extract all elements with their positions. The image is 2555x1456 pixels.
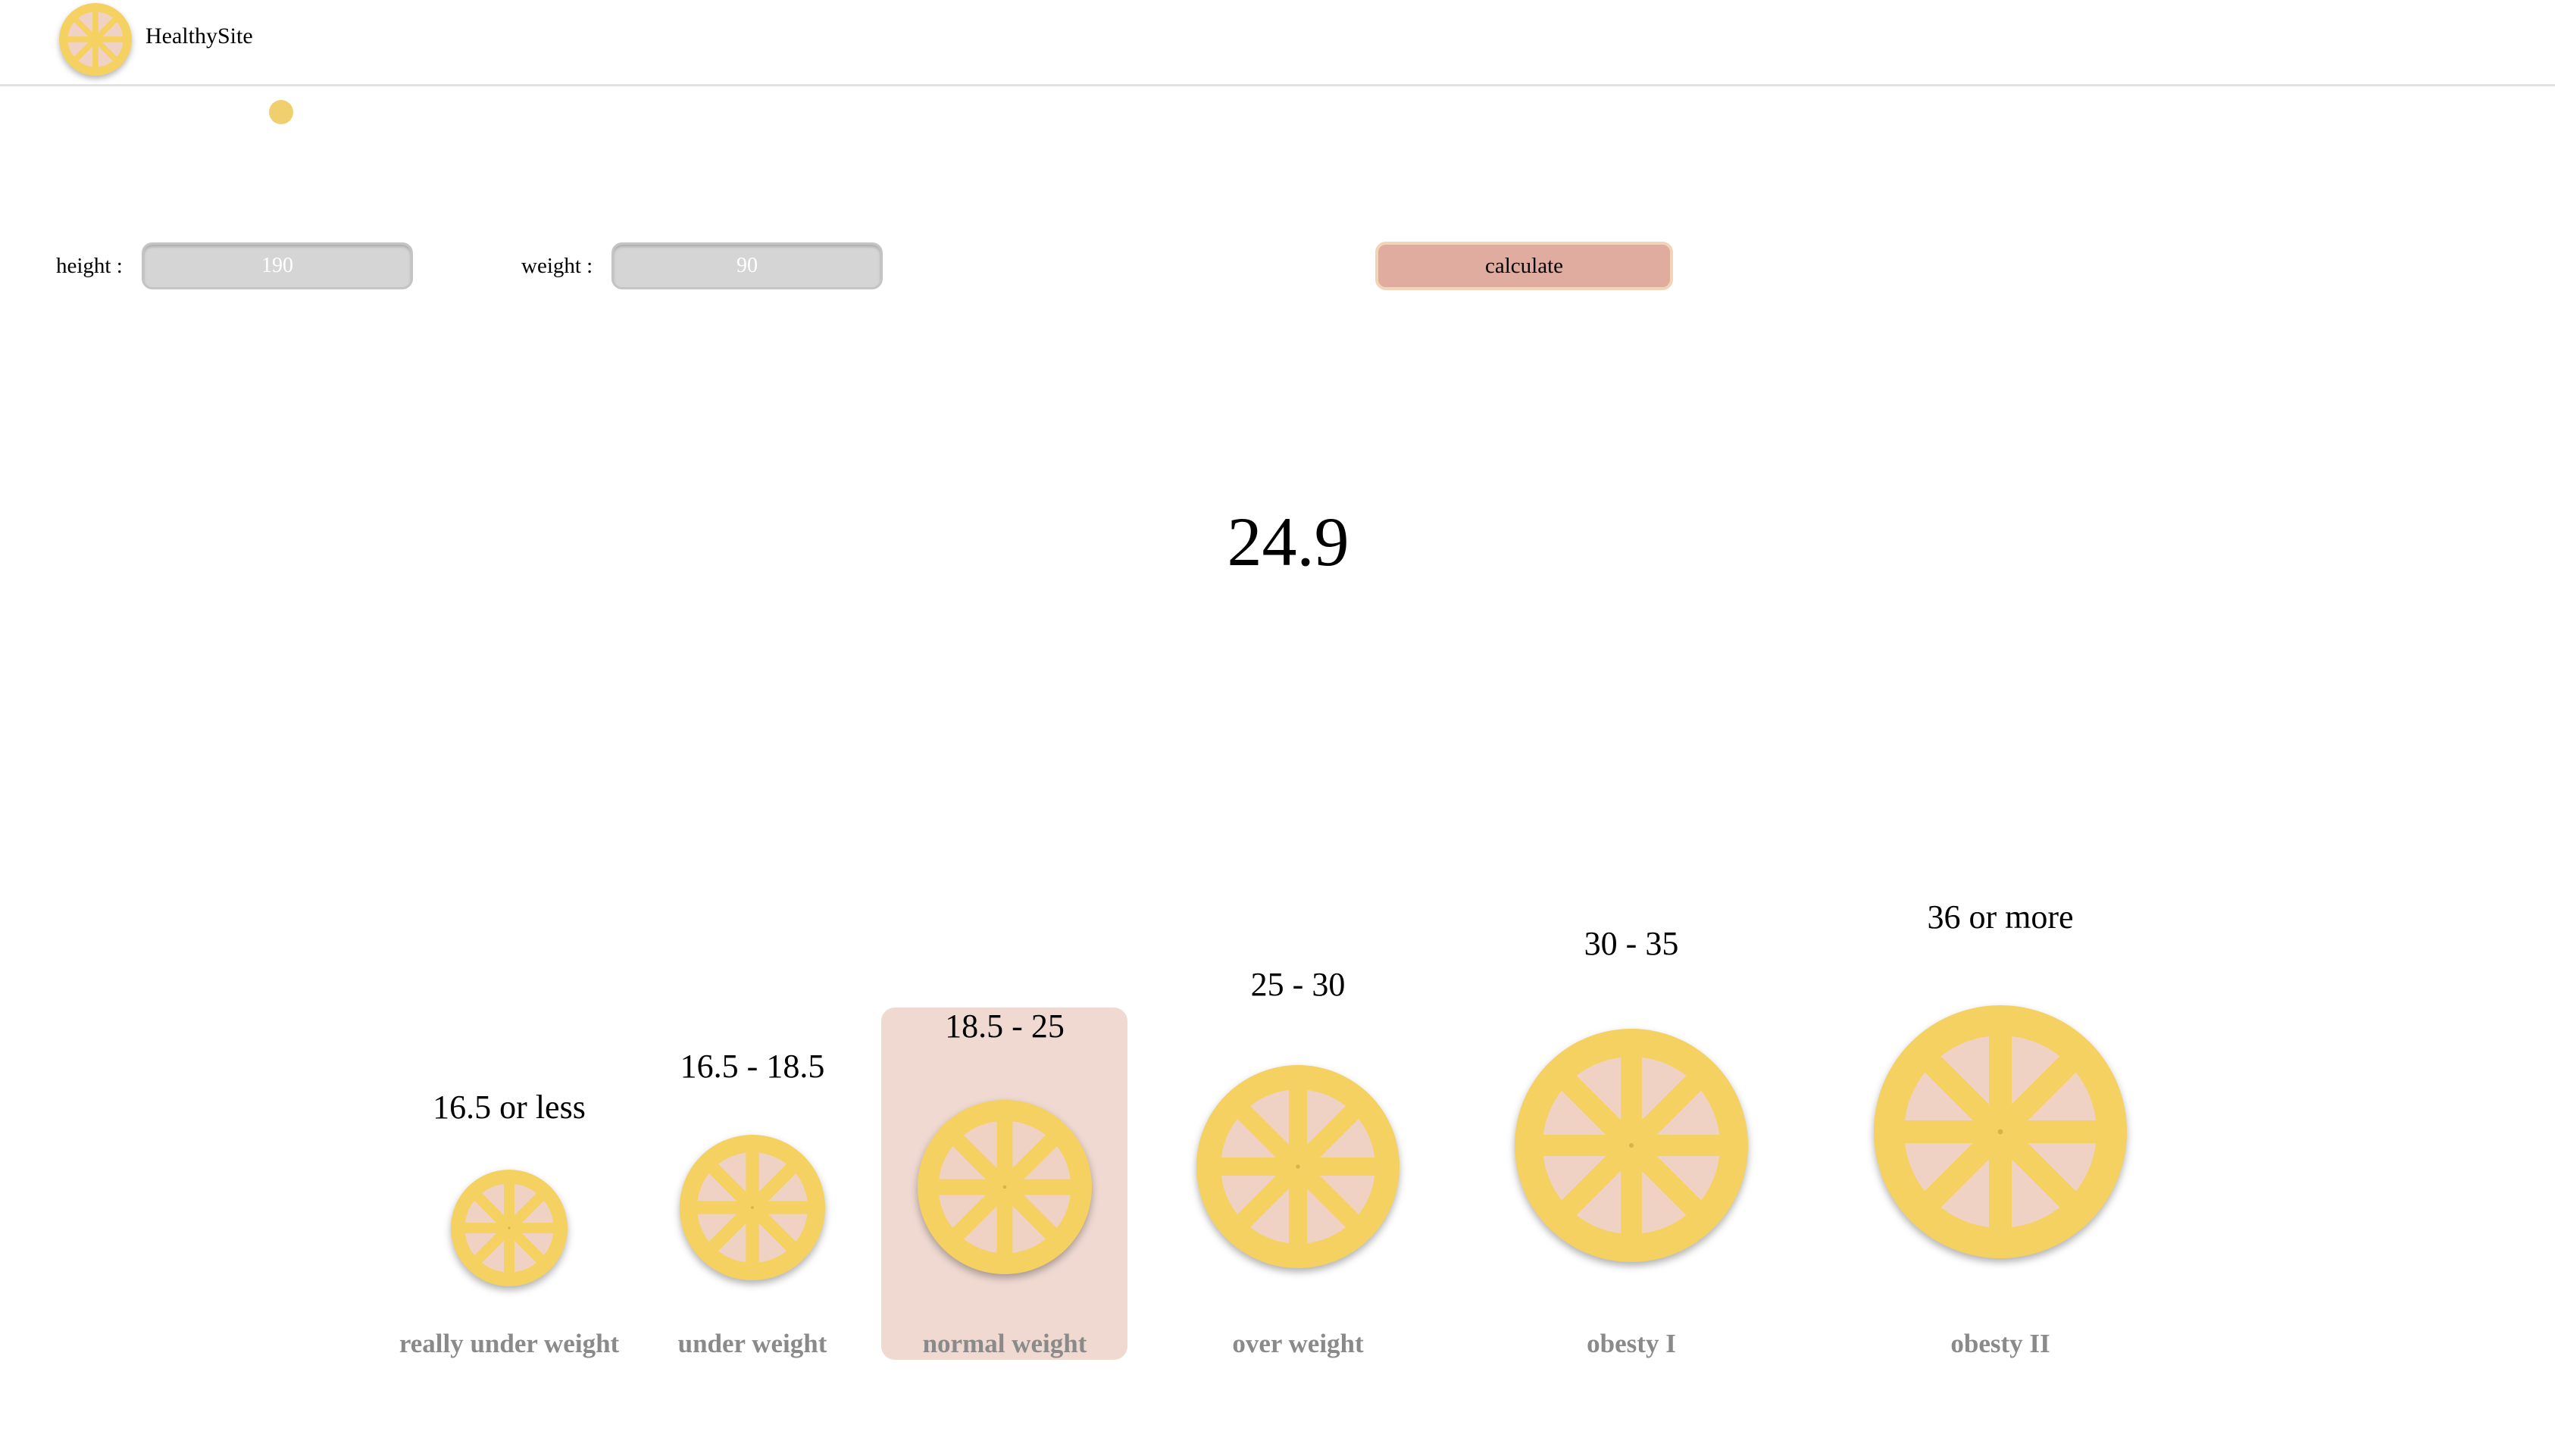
page: HealthySite height : weight : calculate … (0, 0, 2555, 1456)
brand-name[interactable]: HealthySite (145, 21, 253, 52)
category-label: obesty I (1587, 1329, 1676, 1358)
category-label: obesty II (1950, 1329, 2050, 1358)
top-nav-bar: HealthySite (0, 0, 2555, 86)
height-input[interactable] (142, 242, 413, 289)
category-range: 30 - 35 (1584, 925, 1679, 962)
category-range: 25 - 30 (1250, 966, 1346, 1003)
category-label: over weight (1232, 1329, 1364, 1358)
lemon-slice-icon (1874, 1005, 2127, 1258)
lemon-slice-icon (918, 1100, 1092, 1274)
loading-dot (269, 100, 293, 124)
lemon-slice-icon (451, 1170, 568, 1286)
weight-input[interactable] (611, 242, 883, 289)
bmi-result: 24.9 (1227, 503, 1349, 580)
lemon-slice-icon (680, 1135, 825, 1280)
lemon-slice-icon[interactable] (59, 3, 132, 76)
lemon-slice-icon (1515, 1029, 1748, 1262)
calculate-button[interactable]: calculate (1375, 242, 1673, 290)
category-range: 16.5 or less (433, 1089, 586, 1126)
category-range: 18.5 - 25 (945, 1008, 1065, 1045)
lemon-slice-icon (1196, 1065, 1399, 1268)
category-range: 36 or more (1927, 898, 2074, 936)
category-range: 16.5 - 18.5 (680, 1048, 825, 1085)
weight-label: weight : (521, 254, 593, 278)
height-label: height : (56, 254, 123, 278)
